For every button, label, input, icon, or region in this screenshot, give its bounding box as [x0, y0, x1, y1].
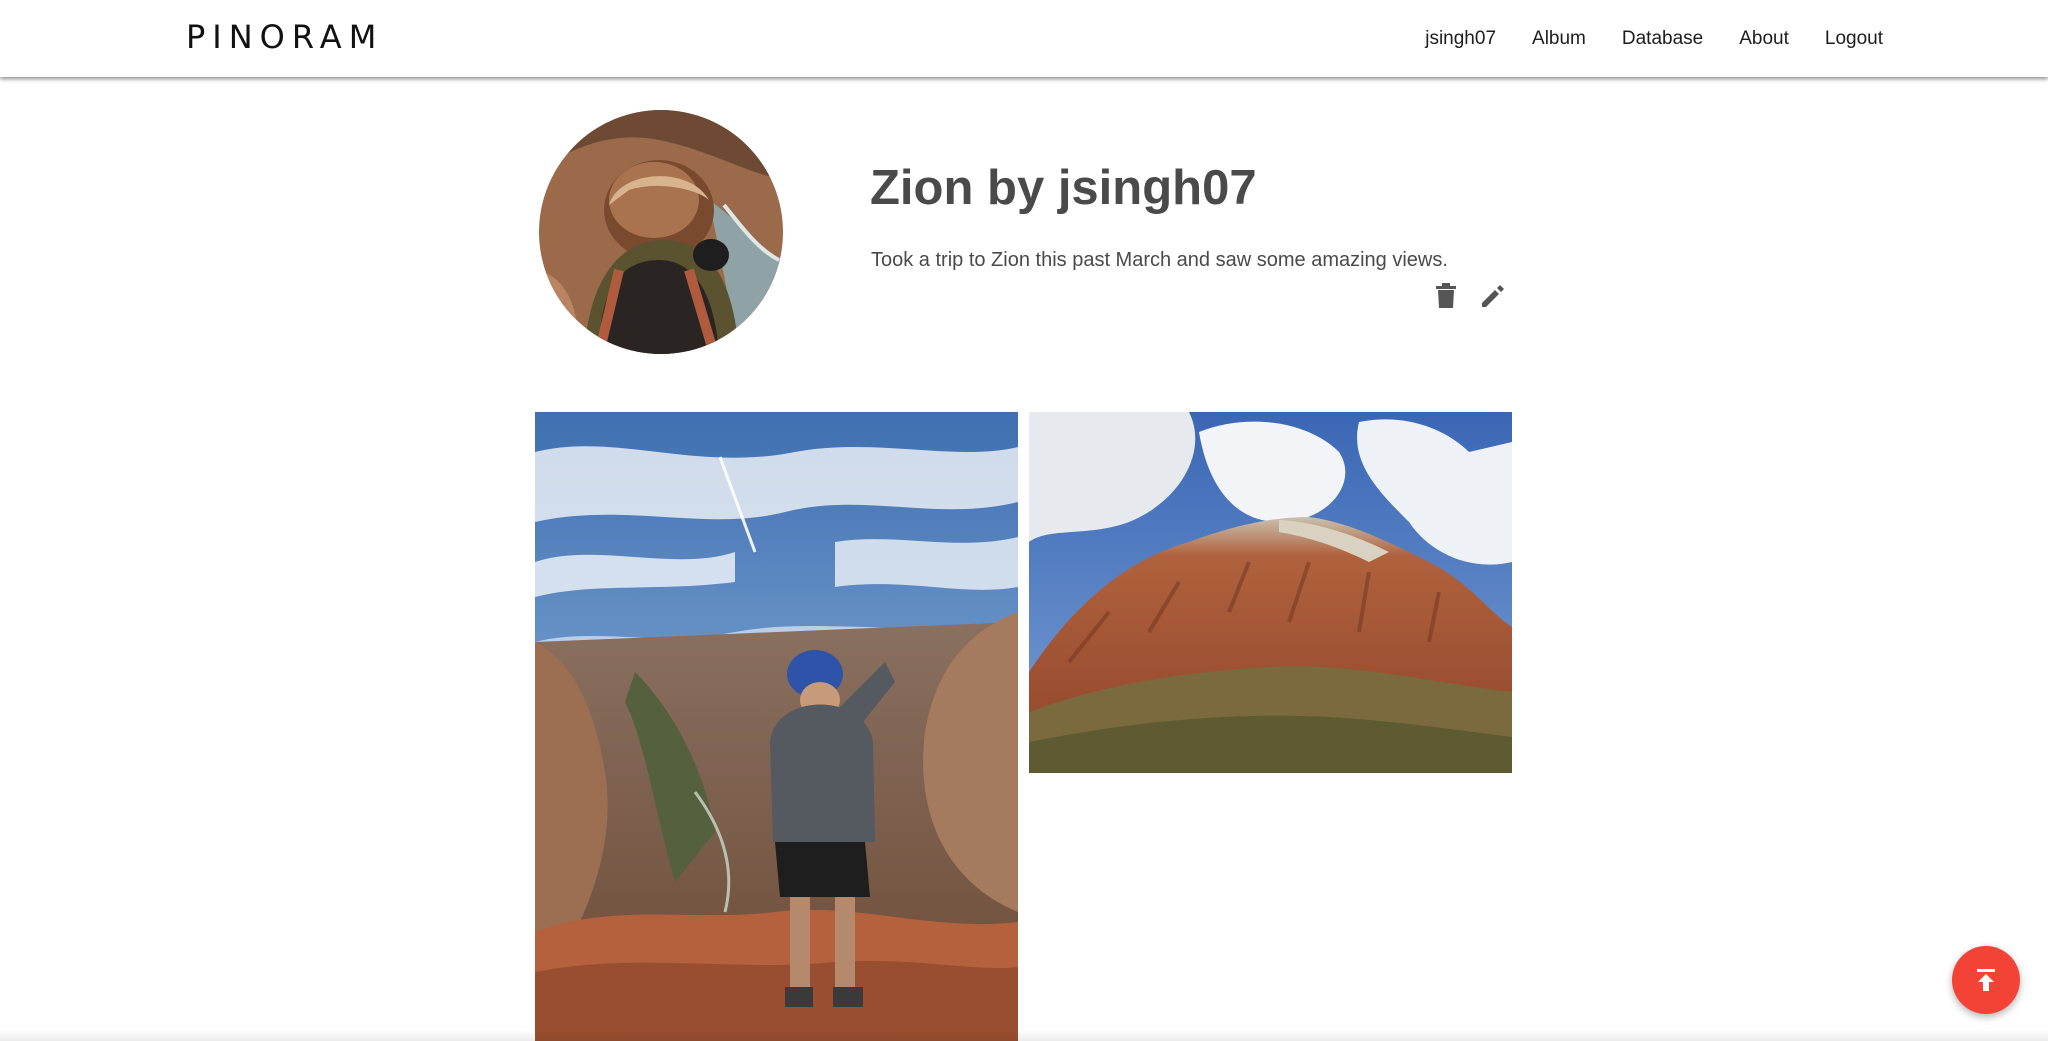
album-description: Took a trip to Zion this past March and … [871, 249, 1448, 271]
nav-link-logout[interactable]: Logout [1825, 28, 1883, 50]
nav-link-album[interactable]: Album [1532, 28, 1586, 50]
delete-button[interactable] [1430, 280, 1462, 312]
bottom-shadow [0, 1030, 2048, 1041]
pencil-icon [1482, 285, 1504, 307]
brand-logo[interactable]: PINORAM [186, 18, 383, 56]
edit-button[interactable] [1477, 280, 1509, 312]
nav-link-about[interactable]: About [1739, 28, 1789, 50]
nav-link-user[interactable]: jsingh07 [1425, 28, 1496, 50]
album-photo-1[interactable] [535, 412, 1018, 1041]
nav-links: jsingh07 Album Database About Logout [1389, 0, 1883, 77]
album-avatar [539, 110, 783, 354]
trash-icon [1436, 283, 1456, 308]
album-title: Zion by jsingh07 [870, 161, 1257, 215]
arrow-to-top-icon [1977, 969, 1995, 991]
navbar: PINORAM jsingh07 Album Database About Lo… [0, 0, 2048, 77]
nav-link-database[interactable]: Database [1622, 28, 1703, 50]
album-photo-2[interactable] [1029, 412, 1512, 773]
scroll-to-top-button[interactable] [1952, 946, 2020, 1014]
